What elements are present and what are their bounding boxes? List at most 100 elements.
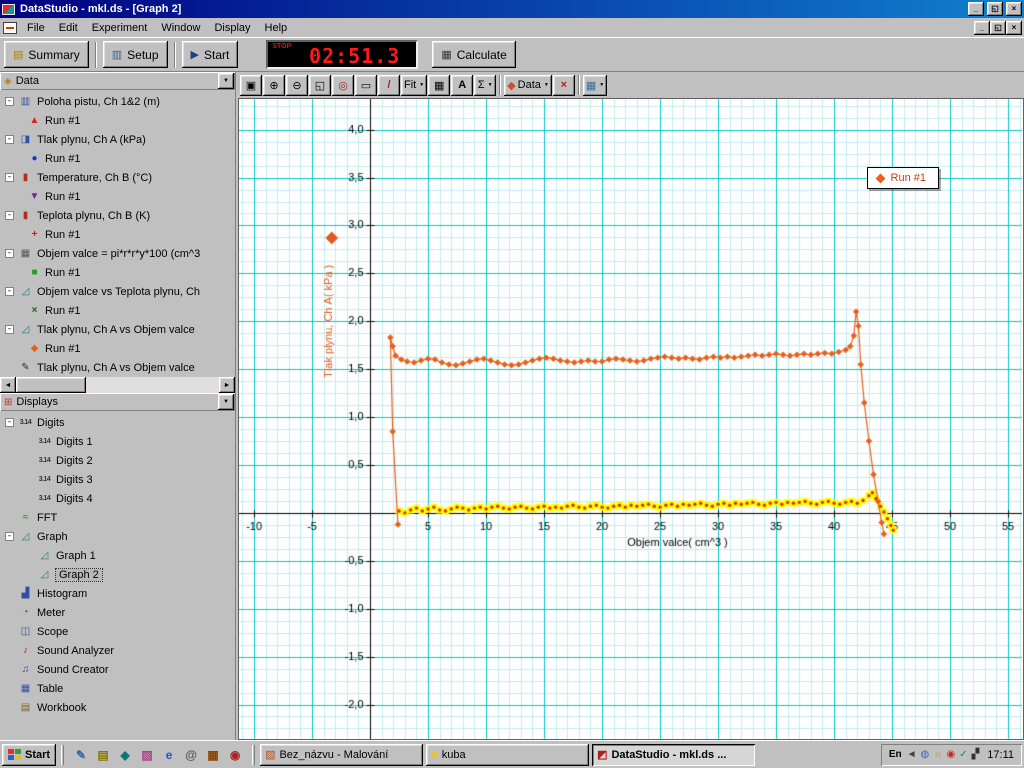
mdi-minimize-button[interactable]: _ [974,21,990,35]
run-row[interactable]: ▼Run #1 [0,187,235,206]
tray-status[interactable]: ✓ [959,749,967,760]
tray-network[interactable]: ▞ [972,749,980,760]
collapse-icon[interactable]: - [5,532,14,541]
graph-window-icon[interactable] [3,22,17,34]
display-item-sound-creator[interactable]: ♫Sound Creator [0,660,235,679]
app-icon[interactable] [2,4,15,15]
setup-button[interactable]: ▥ Setup [103,41,168,68]
start-menu-button[interactable]: Start [2,744,56,766]
data-panel-menu-button[interactable]: ▼ [218,73,234,89]
quick-launch-apps[interactable]: ▦ [203,745,223,765]
run-row[interactable]: ▲Run #1 [0,111,235,130]
tray-volume[interactable]: ◄ [907,749,917,760]
mdi-close-button[interactable]: × [1006,21,1022,35]
data-source-row[interactable]: -◿Objem valce vs Teplota plynu, Ch [0,282,235,301]
displays-panel-header[interactable]: ⊞ Displays ▼ [0,393,235,411]
display-item-digits-4[interactable]: 3.14Digits 4 [0,489,235,508]
quick-launch-tool[interactable]: ◉ [225,745,245,765]
displays-panel-menu-button[interactable]: ▼ [218,394,234,410]
graph-canvas[interactable] [239,99,1022,739]
display-item-graph-2[interactable]: ◿Graph 2 [0,565,235,584]
scroll-left-button[interactable]: ◄ [0,377,16,393]
start-recording-button[interactable]: ▶ Start [182,41,239,68]
menu-file[interactable]: File [20,19,52,37]
collapse-icon[interactable]: - [5,418,14,427]
summary-button[interactable]: ▤ Summary [4,41,89,68]
display-item-scope[interactable]: ◫Scope [0,622,235,641]
tray-display[interactable]: ◍ [921,749,930,760]
scroll-right-button[interactable]: ► [219,377,235,393]
data-source-row[interactable]: -▮Temperature, Ch B (°C) [0,168,235,187]
calculate-button[interactable]: ▦ Calculate [432,41,515,68]
display-item-graph-1[interactable]: ◿Graph 1 [0,546,235,565]
display-item-graph[interactable]: -◿Graph [0,527,235,546]
graph-legend[interactable]: Run #1 [867,167,939,189]
menu-window[interactable]: Window [154,19,207,37]
quick-launch-mail[interactable]: @ [181,745,201,765]
display-item-meter[interactable]: ◔Meter [0,603,235,622]
collapse-icon[interactable]: - [5,325,14,334]
scrollbar-track[interactable] [16,377,219,393]
menu-help[interactable]: Help [258,19,295,37]
display-item-digits-1[interactable]: 3.14Digits 1 [0,432,235,451]
run-row[interactable]: ×Run #1 [0,301,235,320]
quick-launch-browser[interactable]: e [159,745,179,765]
data-tree-scrollbar[interactable]: ◄ ► [0,377,235,393]
calculator-button[interactable]: ▦ [428,75,450,96]
task-button[interactable]: ■kuba [426,744,589,766]
smart-tool-button[interactable]: ◎ [332,75,354,96]
display-item-fft[interactable]: ≈FFT [0,508,235,527]
quick-launch-paint[interactable]: ▧ [137,745,157,765]
tray-scheduler[interactable]: ☼ [933,749,942,760]
run-row[interactable]: ●Run #1 [0,149,235,168]
quick-launch-desktop[interactable]: ✎ [71,745,91,765]
collapse-icon[interactable]: - [5,97,14,106]
data-source-row[interactable]: -▦Objem valce = pi*r*r*y*100 (cm^3 [0,244,235,263]
run-row[interactable]: ◆Run #1 [0,339,235,358]
collapse-icon[interactable]: - [5,249,14,258]
task-button[interactable]: ▧Bez_názvu - Malování [260,744,423,766]
menu-experiment[interactable]: Experiment [85,19,155,37]
quick-launch-viewer[interactable]: ◈ [115,745,135,765]
collapse-icon[interactable]: - [5,211,14,220]
display-item-workbook[interactable]: ▤Workbook [0,698,235,717]
run-row[interactable]: ■Run #1 [0,263,235,282]
zoom-out-button[interactable]: ⊖ [286,75,308,96]
data-source-row[interactable]: -◨Tlak plynu, Ch A (kPa) [0,130,235,149]
zoom-select-button[interactable]: ◱ [309,75,331,96]
statistics-menu-button[interactable]: Σ▼ [474,75,496,96]
text-tool-button[interactable]: A [451,75,473,96]
menu-edit[interactable]: Edit [52,19,85,37]
remove-button[interactable]: × [553,75,575,96]
close-button[interactable]: × [1006,2,1022,16]
display-item-digits-3[interactable]: 3.14Digits 3 [0,470,235,489]
menu-display[interactable]: Display [207,19,257,37]
slope-tool-button[interactable]: / [378,75,400,96]
scale-to-fit-button[interactable]: ▣ [240,75,262,96]
data-source-row[interactable]: -▥Poloha pistu, Ch 1&2 (m) [0,92,235,111]
minimize-button[interactable]: _ [968,2,984,16]
collapse-icon[interactable]: - [5,135,14,144]
display-item-digits[interactable]: -3.14Digits [0,413,235,432]
zoom-in-button[interactable]: ⊕ [263,75,285,96]
mdi-restore-button[interactable]: ◱ [990,21,1006,35]
tray-antivirus[interactable]: ◉ [946,749,955,760]
display-item-digits-2[interactable]: 3.14Digits 2 [0,451,235,470]
fit-menu-button[interactable]: Fit▼ [401,75,427,96]
graph-settings-button[interactable]: ▦▼ [583,75,607,96]
language-indicator[interactable]: En [889,749,902,760]
scrollbar-thumb[interactable] [16,377,86,393]
task-button[interactable]: ◩DataStudio - mkl.ds ... [592,744,755,766]
collapse-icon[interactable]: - [5,173,14,182]
data-menu-button[interactable]: ◆Data▼ [504,75,552,96]
run-row[interactable]: +Run #1 [0,225,235,244]
data-source-row[interactable]: ✎Tlak plynu, Ch A vs Objem valce [0,358,235,377]
data-source-row[interactable]: -▮Teplota plynu, Ch B (K) [0,206,235,225]
display-item-histogram[interactable]: ▟Histogram [0,584,235,603]
display-item-table[interactable]: ▦Table [0,679,235,698]
data-source-row[interactable]: -◿Tlak plynu, Ch A vs Objem valce [0,320,235,339]
ruler-tool-button[interactable]: ▭ [355,75,377,96]
display-item-sound-analyzer[interactable]: ♪Sound Analyzer [0,641,235,660]
restore-button[interactable]: ◱ [987,2,1003,16]
collapse-icon[interactable]: - [5,287,14,296]
